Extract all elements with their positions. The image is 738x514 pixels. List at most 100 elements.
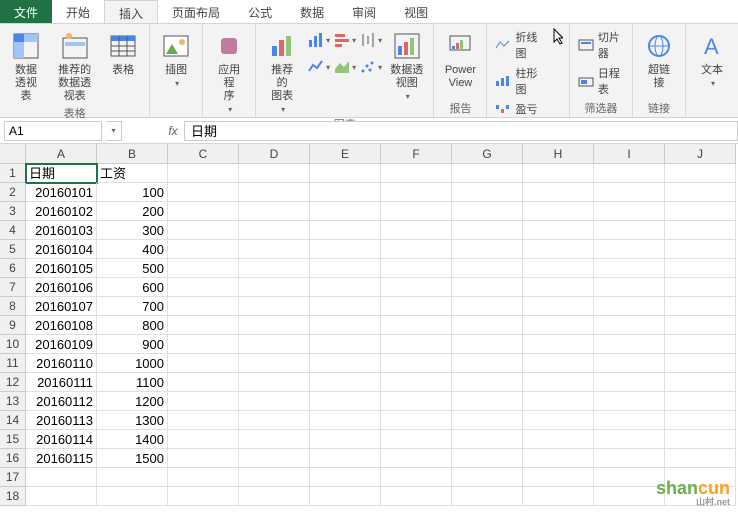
cell[interactable] — [168, 373, 239, 392]
cell[interactable] — [523, 354, 594, 373]
column-header[interactable]: D — [239, 144, 310, 164]
recommended-charts-button[interactable]: 推荐的图表 — [262, 28, 302, 116]
cell[interactable]: 20160111 — [26, 373, 97, 392]
cell[interactable]: 1300 — [97, 411, 168, 430]
cell[interactable] — [381, 449, 452, 468]
tab-review[interactable]: 审阅 — [338, 0, 390, 23]
cell[interactable] — [168, 392, 239, 411]
row-header[interactable]: 18 — [0, 487, 26, 506]
cell[interactable] — [665, 297, 736, 316]
column-header[interactable]: E — [310, 144, 381, 164]
cell[interactable] — [239, 430, 310, 449]
row-header[interactable]: 7 — [0, 278, 26, 297]
column-header[interactable]: G — [452, 144, 523, 164]
cell[interactable] — [310, 487, 381, 506]
cell[interactable]: 1400 — [97, 430, 168, 449]
cell[interactable] — [239, 335, 310, 354]
cell[interactable] — [594, 278, 665, 297]
row-header[interactable]: 14 — [0, 411, 26, 430]
row-header[interactable]: 11 — [0, 354, 26, 373]
cell[interactable] — [168, 278, 239, 297]
cell[interactable] — [594, 240, 665, 259]
cell[interactable]: 500 — [97, 259, 168, 278]
cell[interactable] — [665, 278, 736, 297]
tab-home[interactable]: 开始 — [52, 0, 104, 23]
cell[interactable]: 20160104 — [26, 240, 97, 259]
cell[interactable] — [523, 487, 594, 506]
cell[interactable] — [168, 449, 239, 468]
cell[interactable] — [310, 316, 381, 335]
line-chart-button[interactable] — [308, 55, 328, 79]
cell[interactable]: 1500 — [97, 449, 168, 468]
cell[interactable] — [452, 354, 523, 373]
cell[interactable] — [381, 297, 452, 316]
cell[interactable]: 20160105 — [26, 259, 97, 278]
column-header[interactable]: J — [665, 144, 736, 164]
cell[interactable] — [310, 297, 381, 316]
cell[interactable]: 20160102 — [26, 202, 97, 221]
cell[interactable] — [523, 297, 594, 316]
cell[interactable] — [310, 354, 381, 373]
cell[interactable] — [381, 278, 452, 297]
cell[interactable] — [381, 392, 452, 411]
cell[interactable]: 1000 — [97, 354, 168, 373]
cell[interactable]: 20160115 — [26, 449, 97, 468]
illustrations-button[interactable]: 插图 — [156, 28, 196, 90]
area-chart-button[interactable] — [334, 55, 354, 79]
cell[interactable] — [452, 373, 523, 392]
row-header[interactable]: 4 — [0, 221, 26, 240]
cell[interactable] — [665, 354, 736, 373]
cell[interactable] — [523, 449, 594, 468]
apps-button[interactable]: 应用程序 — [209, 28, 249, 116]
cell[interactable] — [310, 278, 381, 297]
cell[interactable] — [594, 259, 665, 278]
cell[interactable]: 20160103 — [26, 221, 97, 240]
cell[interactable] — [594, 164, 665, 183]
column-header[interactable]: C — [168, 144, 239, 164]
cell[interactable] — [310, 164, 381, 183]
row-header[interactable]: 6 — [0, 259, 26, 278]
cell[interactable] — [239, 202, 310, 221]
table-button[interactable]: 表格 — [103, 28, 143, 79]
cell[interactable] — [381, 468, 452, 487]
stock-chart-button[interactable] — [360, 28, 380, 52]
cell[interactable]: 1200 — [97, 392, 168, 411]
row-header[interactable]: 2 — [0, 183, 26, 202]
cell[interactable] — [452, 430, 523, 449]
cell[interactable] — [523, 240, 594, 259]
cell[interactable] — [665, 392, 736, 411]
cell[interactable] — [239, 297, 310, 316]
cell[interactable] — [381, 354, 452, 373]
cell[interactable] — [239, 392, 310, 411]
row-header[interactable]: 16 — [0, 449, 26, 468]
row-header[interactable]: 10 — [0, 335, 26, 354]
cell[interactable] — [168, 487, 239, 506]
cell[interactable] — [452, 240, 523, 259]
cell[interactable]: 20160109 — [26, 335, 97, 354]
slicer-button[interactable]: 切片器 — [576, 28, 626, 62]
cell[interactable] — [381, 316, 452, 335]
cell[interactable] — [665, 240, 736, 259]
cell[interactable] — [239, 468, 310, 487]
cell[interactable]: 20160112 — [26, 392, 97, 411]
cell[interactable] — [594, 430, 665, 449]
cell[interactable] — [523, 221, 594, 240]
pivot-chart-button[interactable]: 数据透视图 — [386, 28, 427, 103]
cell[interactable] — [523, 373, 594, 392]
hyperlink-button[interactable]: 超链接 — [639, 28, 679, 92]
cell[interactable] — [523, 259, 594, 278]
cell[interactable] — [239, 278, 310, 297]
cell[interactable] — [168, 221, 239, 240]
cell[interactable] — [239, 354, 310, 373]
cell[interactable] — [452, 202, 523, 221]
cell[interactable] — [381, 183, 452, 202]
cell[interactable] — [239, 316, 310, 335]
column-chart-button[interactable] — [308, 28, 328, 52]
cell[interactable] — [665, 259, 736, 278]
recommended-pivot-button[interactable]: 推荐的数据透视表 — [52, 28, 97, 105]
cell[interactable]: 20160106 — [26, 278, 97, 297]
cell[interactable] — [594, 468, 665, 487]
cell[interactable] — [523, 316, 594, 335]
row-header[interactable]: 3 — [0, 202, 26, 221]
row-header[interactable]: 12 — [0, 373, 26, 392]
